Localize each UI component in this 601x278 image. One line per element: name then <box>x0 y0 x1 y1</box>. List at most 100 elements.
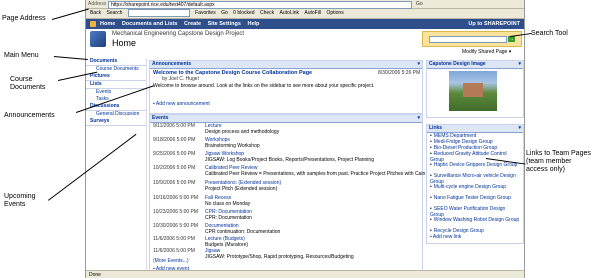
webpart-menu-icon[interactable]: ▾ <box>417 61 420 68</box>
more-events-link[interactable]: (More Events...) <box>153 258 189 264</box>
callout-course-documents-line-2: Documents <box>10 84 46 91</box>
event-date: 10/16/2006 5:00 PM <box>153 195 199 201</box>
callout-course-documents: Course Documents <box>10 76 45 92</box>
event-date: 10/2/2006 5:00 PM <box>153 165 196 171</box>
autofill-button[interactable]: AutoFill <box>304 9 321 18</box>
nav-home[interactable]: Home <box>100 21 115 27</box>
event-date: 11/6/2006 5:00 PM <box>153 248 195 254</box>
event-description: Project Pitch (Extended session) <box>205 185 278 192</box>
event-date: 9/11/2006 5:00 PM <box>153 123 195 129</box>
announcement-body: Welcome to browse around. Look at the li… <box>153 83 375 89</box>
search-button[interactable]: Search <box>107 9 123 18</box>
callout-line <box>52 8 89 20</box>
callout-main-menu: Main Menu <box>4 52 39 59</box>
toolbar-go-button[interactable]: Go <box>221 9 228 18</box>
events-webpart: Events ▾ 9/11/2006 5:00 PM Lecture Design … <box>149 114 462 278</box>
quick-launch-lists[interactable]: Lists <box>86 81 146 89</box>
browser-window: Address https://sharepoint.rice.edu/test… <box>85 0 525 278</box>
team-link[interactable]: Window Washing Robot Design Group <box>430 217 520 224</box>
links-webpart: Links ▾ MEMS DepartmentMedi-Fridge Desig… <box>426 124 524 244</box>
announcements-title[interactable]: Announcements <box>152 61 191 67</box>
back-button[interactable]: Back <box>90 9 101 18</box>
event-description: JIGSAW: Log Books/Project Books, Reports… <box>205 156 374 163</box>
address-bar: Address https://sharepoint.rice.edu/test… <box>86 0 524 9</box>
status-bar: Done <box>86 270 524 278</box>
callout-announcements: Announcements <box>4 112 55 119</box>
callout-links-line-1: Links to Team Pages <box>526 150 591 157</box>
add-link-link[interactable]: ▪ Add new link <box>430 234 461 240</box>
callout-links-line-2: (team member <box>526 158 572 165</box>
event-description: Design process and methodology <box>205 128 280 135</box>
toolbar-search-input[interactable] <box>127 9 190 17</box>
webpart-menu-icon[interactable]: ▾ <box>417 115 420 122</box>
links-header: Links ▾ <box>427 125 523 133</box>
nav-site-settings[interactable]: Site Settings <box>208 21 241 27</box>
event-date: 10/30/2006 5:00 PM <box>153 223 199 229</box>
quick-launch-surveys[interactable]: Surveys <box>86 118 146 126</box>
callout-course-documents-line-1: Course <box>10 76 33 83</box>
image-webpart-header: Capstone Design Image ▾ <box>427 61 523 69</box>
announcement-author: by Joel C. Hugel <box>162 76 199 82</box>
image-webpart-title: Capstone Design Image <box>429 61 486 67</box>
add-announcement-label[interactable]: Add new announcement <box>156 101 210 107</box>
add-link-label[interactable]: Add new link <box>433 234 461 240</box>
site-search-input[interactable] <box>429 36 507 43</box>
site-title: Mechanical Engineering Capstone Design P… <box>112 31 245 37</box>
home-icon[interactable] <box>90 21 96 27</box>
popup-blocked-badge[interactable]: 0 blocked <box>233 9 254 18</box>
autolink-button[interactable]: AutoLink <box>280 9 299 18</box>
top-nav: Home Documents and Lists Create Site Set… <box>86 19 524 29</box>
image-webpart: Capstone Design Image ▾ <box>426 60 524 118</box>
team-link[interactable]: Multi-cycle engine Design Group <box>430 184 520 191</box>
event-description: Brainstorming Workshop <box>205 142 260 149</box>
page-title: Home <box>112 38 137 48</box>
callout-line <box>53 56 88 60</box>
favorites-button[interactable]: Favorites <box>195 9 216 18</box>
url-field[interactable]: https://sharepoint.rice.edu/test407/defa… <box>108 1 412 9</box>
event-description: JIGSAW: Prototype/Shop, Rapid prototypin… <box>205 253 354 260</box>
team-link[interactable]: Haptic Device Grippers Design Group <box>430 162 520 169</box>
callout-search-tool: Search Tool <box>531 30 568 37</box>
page-header: Mechanical Engineering Capstone Design P… <box>86 29 524 57</box>
search-go-button[interactable]: → <box>508 36 515 42</box>
add-announcement-link[interactable]: ▪ Add new announcement <box>153 101 210 107</box>
nav-documents-and-lists[interactable]: Documents and Lists <box>122 21 178 27</box>
callout-page-address: Page Address <box>2 15 46 22</box>
go-button[interactable]: Go <box>416 0 423 8</box>
callout-links-to-team-pages: Links to Team Pages (team member access on… <box>526 150 591 174</box>
links-title[interactable]: Links <box>429 125 442 131</box>
events-title[interactable]: Events <box>152 115 168 121</box>
callout-upcoming-events: Upcoming Events <box>4 193 36 209</box>
events-header: Events ▾ <box>150 115 422 123</box>
event-date: 9/18/2006 5:00 PM <box>153 137 196 143</box>
search-tool: → <box>422 31 522 47</box>
event-date: 9/25/2006 5:00 PM <box>153 151 196 157</box>
webpart-menu-icon[interactable]: ▾ <box>518 61 521 68</box>
options-button[interactable]: Options <box>326 9 343 18</box>
event-date: 10/9/2006 5:00 PM <box>153 180 196 186</box>
quick-launch-documents[interactable]: Documents <box>86 58 146 66</box>
team-link[interactable]: Nano Fatigue Tester Design Group <box>430 195 520 202</box>
announcement-date: 8/30/2006 5:26 PM <box>378 70 421 76</box>
event-description: CPR continuation: Documentation <box>205 228 281 235</box>
quick-launch-pictures[interactable]: Pictures <box>86 73 146 81</box>
event-description: Calibrated Peer Review = Presentations, … <box>205 170 463 177</box>
address-label: Address <box>88 1 107 7</box>
site-logo <box>90 31 106 47</box>
event-date: 11/6/2006 5:00 PM <box>153 236 195 242</box>
event-description: No class on Monday <box>205 200 251 207</box>
webpart-menu-icon[interactable]: ▾ <box>518 125 521 132</box>
quick-launch-general-discussion[interactable]: General Discussion <box>86 111 146 118</box>
callout-upcoming-events-line-1: Upcoming <box>4 193 36 200</box>
callout-links-line-3: access only) <box>526 166 565 173</box>
modify-shared-page-menu[interactable]: Modify Shared Page ▾ <box>462 49 511 55</box>
event-description: CPR: Documentation <box>205 214 252 221</box>
announcements-webpart: Announcements ▾ Welcome to the Capstone … <box>149 60 423 114</box>
callout-upcoming-events-line-2: Events <box>4 201 26 208</box>
event-date: 10/23/2006 5:00 PM <box>153 209 199 215</box>
nav-help[interactable]: Help <box>247 21 259 27</box>
check-button[interactable]: Check <box>260 9 274 18</box>
browser-toolbar: Back Search Favorites Go 0 blocked Check… <box>86 9 524 19</box>
up-to-sharepoint-link[interactable]: Up to SHAREPOINT <box>468 19 520 29</box>
nav-create[interactable]: Create <box>184 21 201 27</box>
